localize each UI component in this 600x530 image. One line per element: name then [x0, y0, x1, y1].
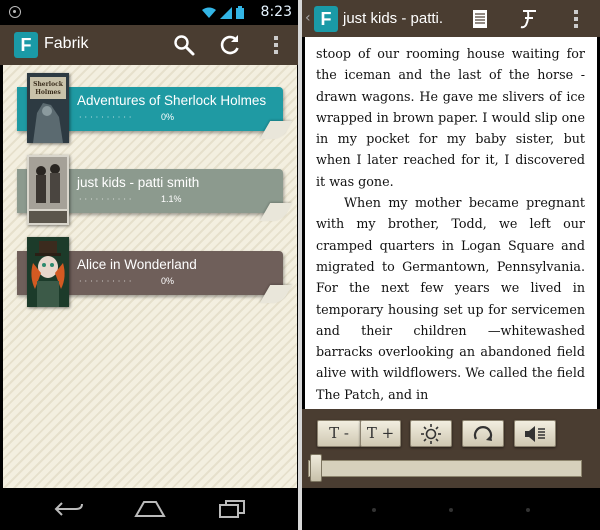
book-title: Adventures of Sherlock Holmes [77, 93, 267, 108]
overflow-menu-icon[interactable] [264, 33, 288, 57]
table-of-contents-icon[interactable] [468, 7, 492, 31]
nav-dot[interactable] [526, 508, 530, 512]
refresh-icon[interactable] [218, 33, 242, 57]
home-icon[interactable] [134, 500, 166, 518]
brightness-button[interactable] [410, 420, 452, 447]
font-smaller-button[interactable]: T - [317, 420, 361, 447]
status-bar: 8:23 [0, 0, 298, 25]
book-item-sherlock[interactable]: Adventures of Sherlock Holmes ··········… [3, 73, 297, 145]
battery-icon [236, 6, 244, 19]
alice-cover-art [27, 237, 69, 307]
book-cover [27, 237, 69, 307]
book-title: just kids - patti smith [77, 175, 200, 190]
book-cover: Sherlock Holmes [27, 73, 69, 143]
nav-dot[interactable] [372, 508, 376, 512]
book-item-just-kids[interactable]: just kids - patti smith ·········· 1.1% [3, 155, 297, 227]
text-to-speech-button[interactable] [514, 420, 556, 447]
cover-title-line1: Sherlock [33, 81, 64, 88]
font-style-icon[interactable] [516, 7, 540, 31]
app-logo[interactable]: F [14, 32, 38, 58]
up-chevron-icon[interactable]: ‹ [305, 10, 311, 26]
reader-app-bar: ‹ F just kids - patti. [302, 0, 600, 37]
reader-title: just kids - patti. [343, 10, 444, 27]
just-kids-cover-art [27, 155, 69, 225]
system-nav-bar [0, 488, 298, 530]
brightness-icon [421, 424, 441, 444]
book-progress: 1.1% [161, 194, 182, 204]
page-paragraph: When my mother became pregnant with my b… [316, 195, 585, 402]
progress-dots: ·········· [79, 195, 135, 204]
book-progress: 0% [161, 276, 175, 286]
status-time: 8:23 [260, 4, 292, 20]
speaker-icon [525, 426, 545, 442]
book-cover [27, 155, 69, 225]
screenshot-root: 8:23 F Fabrik Adventures of Sherlock Hol… [0, 0, 600, 530]
book-list: Adventures of Sherlock Holmes ··········… [3, 65, 297, 488]
reading-position-thumb[interactable] [310, 454, 322, 482]
progress-dots: ·········· [79, 113, 135, 122]
app-logo[interactable]: F [314, 6, 338, 32]
reading-position-slider[interactable] [308, 460, 582, 477]
system-nav-bar [302, 488, 600, 530]
overflow-menu-icon[interactable] [564, 7, 588, 31]
status-icons [202, 6, 244, 19]
recent-apps-icon[interactable] [218, 499, 246, 519]
sherlock-cover-art: Sherlock Holmes [27, 73, 69, 143]
page-curl [259, 203, 293, 221]
book-title: Alice in Wonderland [77, 257, 197, 272]
page-paragraph: stoop of our rooming house waiting for t… [316, 46, 585, 189]
book-progress: 0% [161, 112, 175, 122]
reader-screen: ‹ F just kids - patti. stoop of our room… [302, 0, 600, 530]
font-larger-button[interactable]: T + [360, 420, 401, 447]
library-screen: 8:23 F Fabrik Adventures of Sherlock Hol… [0, 0, 298, 530]
nav-dot[interactable] [449, 508, 453, 512]
page-curl [259, 285, 293, 303]
wifi-icon [202, 7, 216, 18]
app-bar: F Fabrik [0, 25, 298, 65]
book-item-alice[interactable]: Alice in Wonderland ·········· 0% [3, 237, 297, 309]
rotate-button[interactable] [462, 420, 504, 447]
progress-dots: ·········· [79, 277, 135, 286]
back-icon[interactable] [54, 499, 84, 519]
search-icon[interactable] [172, 33, 196, 57]
debug-icon [9, 6, 21, 18]
app-title: Fabrik [44, 35, 89, 52]
page-curl [259, 121, 293, 139]
book-page[interactable]: stoop of our rooming house waiting for t… [305, 37, 597, 409]
cover-title-line2: Holmes [35, 89, 61, 96]
rotate-icon [473, 426, 493, 441]
reader-controls: T - T + [302, 409, 600, 488]
signal-icon [220, 7, 232, 19]
